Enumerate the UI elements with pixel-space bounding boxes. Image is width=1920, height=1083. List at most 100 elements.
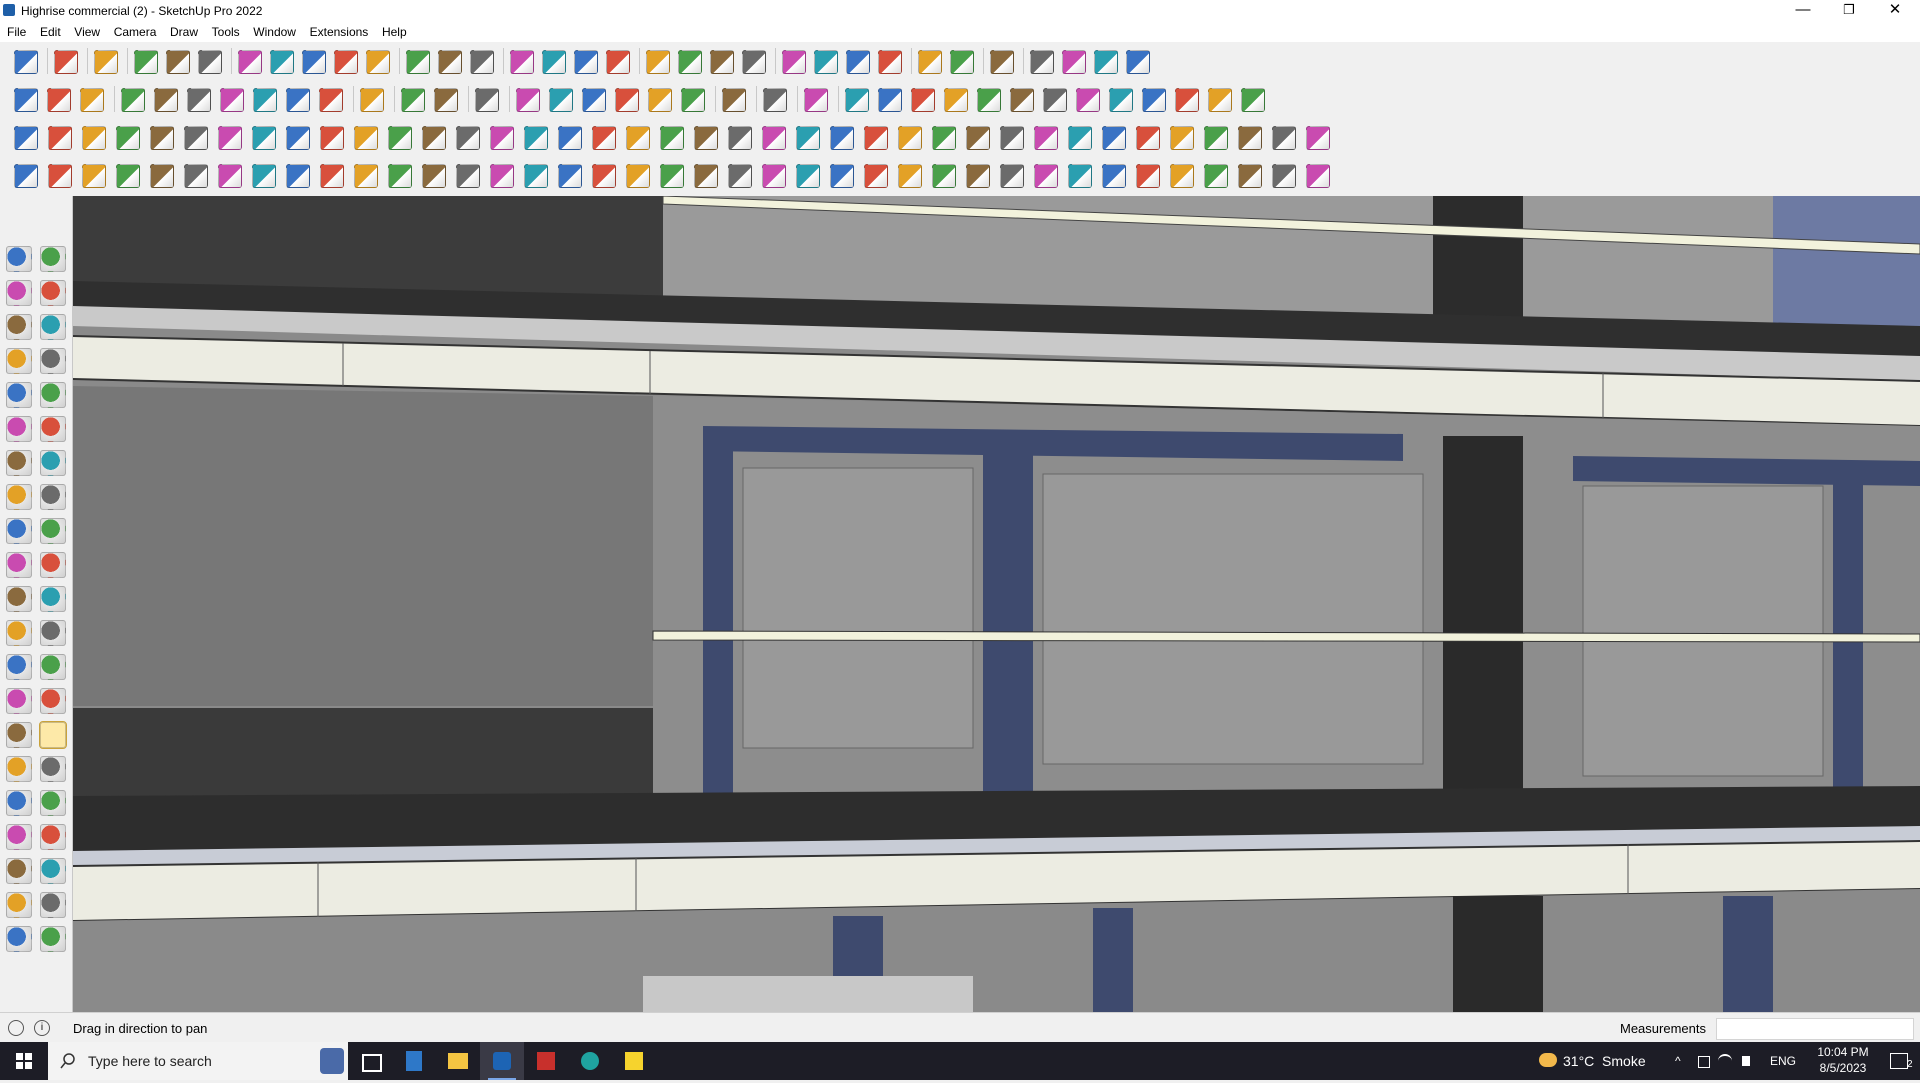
language-indicator[interactable]: ENG: [1770, 1042, 1804, 1080]
search-icon[interactable]: [14, 50, 38, 74]
hand-icon[interactable]: [1126, 50, 1150, 74]
minimize-button[interactable]: —: [1780, 0, 1826, 22]
stamp-icon[interactable]: [154, 88, 178, 112]
zoom-extents-icon[interactable]: [6, 790, 32, 816]
sweep-icon[interactable]: [1208, 88, 1232, 112]
scale-icon[interactable]: [6, 586, 32, 612]
menu-edit[interactable]: Edit: [40, 22, 61, 42]
plane-red-icon[interactable]: [150, 126, 174, 150]
edge-app[interactable]: [568, 1042, 612, 1080]
close-button[interactable]: ✕: [1872, 0, 1918, 22]
rotated-rect-icon[interactable]: [40, 382, 66, 408]
plane-yellow-icon[interactable]: [82, 126, 106, 150]
follow-me-icon[interactable]: [40, 552, 66, 578]
dots-icon[interactable]: [1238, 126, 1262, 150]
shape-circle-icon[interactable]: [911, 88, 935, 112]
follow-me-icon[interactable]: [270, 50, 294, 74]
calculator-app[interactable]: [392, 1042, 436, 1080]
eraser-icon[interactable]: [94, 50, 118, 74]
ruler-icon[interactable]: [845, 88, 869, 112]
bend-icon[interactable]: [218, 164, 242, 188]
plane-blue-icon[interactable]: [48, 126, 72, 150]
component-icon[interactable]: [814, 50, 838, 74]
axes-icon[interactable]: [6, 688, 32, 714]
shape-hex-icon[interactable]: [944, 88, 968, 112]
lattice-icon[interactable]: [1102, 126, 1126, 150]
fan-icon[interactable]: [1204, 164, 1228, 188]
section-icon[interactable]: [40, 858, 66, 884]
show-hidden-icons-icon[interactable]: ^: [1675, 1042, 1695, 1080]
arc-icon[interactable]: [6, 450, 32, 476]
door-icon[interactable]: [320, 126, 344, 150]
wall-align-icon[interactable]: [401, 88, 425, 112]
menu-view[interactable]: View: [74, 22, 100, 42]
building-icon[interactable]: [648, 88, 672, 112]
zoom-window-icon[interactable]: [40, 756, 66, 782]
weather-widget[interactable]: 31°C Smoke: [1535, 1042, 1685, 1080]
plane-icon[interactable]: [14, 126, 38, 150]
polygon-icon[interactable]: [40, 416, 66, 442]
shape-spiral-icon[interactable]: [1175, 88, 1199, 112]
spindle-icon[interactable]: [1170, 164, 1194, 188]
scale-blue-icon[interactable]: [558, 126, 582, 150]
plane-green-icon[interactable]: [116, 126, 140, 150]
tape-icon[interactable]: [6, 620, 32, 646]
shape-rect-icon[interactable]: [878, 88, 902, 112]
undo-icon[interactable]: [1062, 50, 1086, 74]
gear-icon[interactable]: [150, 164, 174, 188]
frame-icon[interactable]: [966, 164, 990, 188]
spring-icon[interactable]: [830, 164, 854, 188]
house-roof-icon[interactable]: [582, 88, 606, 112]
redo-icon[interactable]: [1094, 50, 1118, 74]
fx-icon[interactable]: [763, 88, 787, 112]
boxes-icon[interactable]: [1068, 126, 1092, 150]
paint-bucket-icon[interactable]: [846, 50, 870, 74]
rotate-icon[interactable]: [6, 552, 32, 578]
hip-icon[interactable]: [1306, 164, 1330, 188]
column-icon[interactable]: [558, 164, 582, 188]
rail-icon[interactable]: [388, 164, 412, 188]
cloud-icon[interactable]: [184, 164, 208, 188]
roof-icon[interactable]: [1238, 164, 1262, 188]
bezier-icon[interactable]: [456, 126, 480, 150]
menu-extensions[interactable]: Extensions: [310, 22, 369, 42]
sketchup-app[interactable]: [480, 1042, 524, 1080]
shape-arc-icon[interactable]: [1043, 88, 1067, 112]
zoom-icon[interactable]: [6, 756, 32, 782]
grid-orange-icon[interactable]: [1136, 126, 1160, 150]
corner-icon[interactable]: [82, 164, 106, 188]
shape-star-icon[interactable]: [1109, 88, 1133, 112]
mesh-icon[interactable]: [1204, 126, 1228, 150]
stair-icon[interactable]: [354, 164, 378, 188]
box-texture-icon[interactable]: [80, 88, 104, 112]
protractor-icon[interactable]: [6, 654, 32, 680]
slope-icon[interactable]: [762, 164, 786, 188]
menu-draw[interactable]: Draw: [170, 22, 198, 42]
target-icon[interactable]: [796, 126, 820, 150]
scale-icon[interactable]: [366, 50, 390, 74]
hanger-icon[interactable]: [796, 164, 820, 188]
shape-loft-icon[interactable]: [1142, 88, 1166, 112]
parts-icon[interactable]: [932, 126, 956, 150]
autocad-app[interactable]: [524, 1042, 568, 1080]
orbit-icon[interactable]: [40, 246, 66, 272]
section-cut-icon[interactable]: [40, 926, 66, 952]
tile-icon[interactable]: [388, 126, 412, 150]
freehand-icon[interactable]: [166, 50, 190, 74]
freehand-icon[interactable]: [40, 348, 66, 374]
walk-icon[interactable]: [6, 858, 32, 884]
stack-icon[interactable]: [728, 164, 752, 188]
dimension-icon[interactable]: [40, 620, 66, 646]
tag-icon[interactable]: [40, 314, 66, 340]
sticky-notes-app[interactable]: [612, 1042, 656, 1080]
rectangle-icon[interactable]: [6, 382, 32, 408]
curve-icon[interactable]: [48, 164, 72, 188]
move-icon[interactable]: [302, 50, 326, 74]
select-icon[interactable]: [54, 50, 78, 74]
pipe-icon[interactable]: [422, 126, 446, 150]
wifi-icon[interactable]: [1718, 1042, 1736, 1080]
mirror-icon[interactable]: [966, 126, 990, 150]
rotate-orange-icon[interactable]: [218, 126, 242, 150]
curve-red-icon[interactable]: [864, 126, 888, 150]
model-viewport[interactable]: [73, 196, 1920, 1012]
